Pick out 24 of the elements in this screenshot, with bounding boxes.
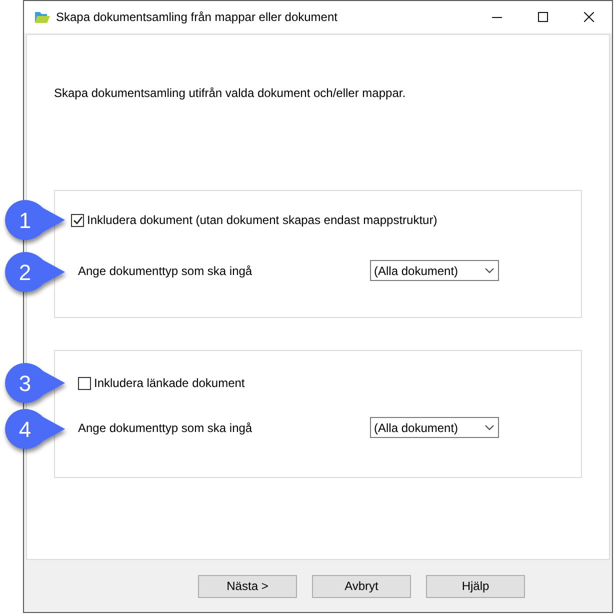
step-callout: 3 [3,361,67,405]
checkbox[interactable] [71,214,84,226]
chevron-down-icon [485,424,494,430]
intro-text: Skapa dokumentsamling utifrån valda dokument och/eller mappar. [54,85,407,102]
dialog-button[interactable]: Nästa > [198,574,297,598]
check-icon [72,216,82,224]
checkbox[interactable] [78,376,91,390]
step-callout: 4 [3,407,67,451]
document-type-dropdown[interactable]: (Alla dokument) [370,417,499,438]
step-callout: 2 [3,250,67,294]
checkbox-label[interactable]: Inkludera dokument (utan dokument skapas endast mappstruktur) [87,211,438,229]
dialog-button[interactable]: Hjälp [426,574,525,598]
document-type-dropdown[interactable]: (Alla dokument) [370,260,499,281]
field-label: Ange dokumenttyp som ska ingå [78,420,254,436]
checkbox-label[interactable]: Inkludera länkade dokument [94,374,245,392]
folder-icon [34,10,50,24]
minimize-icon [492,16,502,18]
maximize-icon [538,12,548,22]
dialog-button[interactable]: Avbryt [312,574,411,598]
chevron-down-icon [485,268,494,274]
close-icon [584,12,594,22]
field-label: Ange dokumenttyp som ska ingå [78,262,254,280]
step-callout: 1 [3,198,67,242]
window-title: Skapa dokumentsamling från mappar eller dokument [56,9,338,26]
